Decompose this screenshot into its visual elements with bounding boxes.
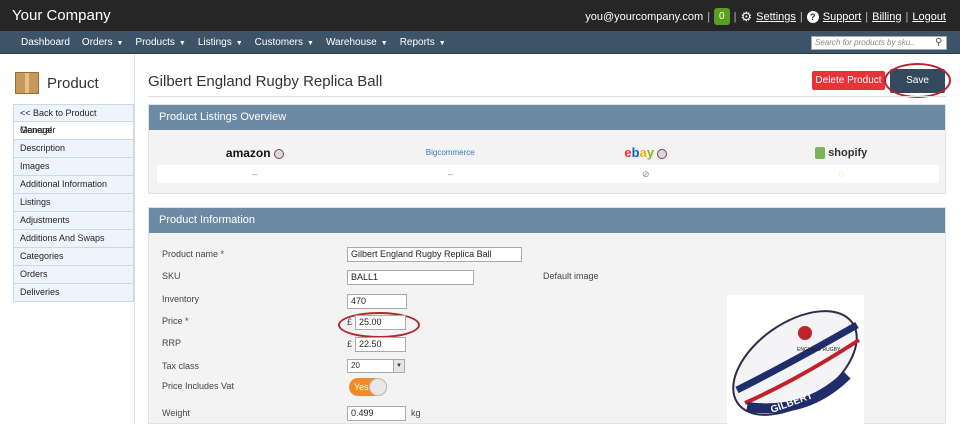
rrp-input[interactable]: 22.50 (355, 337, 406, 352)
nav-item-orders[interactable]: Orders ▼ (76, 31, 130, 54)
cart-count-badge[interactable]: 0 (714, 8, 730, 25)
default-product-image[interactable]: ENGLAND RUGBY GILBERT (727, 295, 864, 430)
default-image-label: Default image (543, 271, 599, 281)
sidebar-item-description[interactable]: Description (13, 140, 134, 158)
uk-flag-icon (273, 148, 284, 159)
sidebar-item-general[interactable]: General (13, 122, 134, 140)
sidebar-item-images[interactable]: Images (13, 158, 134, 176)
settings-link[interactable]: Settings (756, 11, 796, 23)
top-links: you@yourcompany.com | 0 | ⚙ Settings | ?… (585, 8, 946, 25)
listings-panel-title: Product Listings Overview (149, 105, 945, 130)
inventory-label: Inventory (162, 294, 200, 304)
top-bar: Your Company you@yourcompany.com | 0 | ⚙… (0, 0, 960, 31)
marketplace-logos: amazon Bigcommerce ebayebay shopify (157, 141, 939, 165)
sku-label: SKU (162, 271, 181, 281)
chevron-down-icon: ▼ (380, 40, 388, 47)
chevron-down-icon: ▼ (393, 360, 404, 372)
sidebar-item-adjustments[interactable]: Adjustments (13, 212, 134, 230)
amazon-status: – (252, 169, 258, 179)
help-icon: ? (806, 10, 819, 23)
nav-item-warehouse[interactable]: Warehouse ▼ (320, 31, 394, 54)
shopify-bag-icon (815, 147, 826, 160)
price-input[interactable]: 25.00 (355, 315, 406, 330)
shopify-logo: shopify (744, 141, 940, 165)
product-name-label: Product name * (162, 249, 225, 259)
sidebar-list: << Back to Product ManagerGeneralDescrip… (13, 104, 134, 302)
sidebar-item-back-to-product-manager[interactable]: << Back to Product Manager (13, 104, 134, 135)
listings-panel: Product Listings Overview amazon Bigcomm… (148, 104, 946, 194)
sidebar-title: Product (47, 74, 99, 92)
brand-name: Your Company (12, 7, 111, 24)
weight-unit: kg (411, 408, 421, 418)
nav-item-listings[interactable]: Listings ▼ (192, 31, 249, 54)
page-title: Gilbert England Rugby Replica Ball (148, 73, 383, 90)
sidebar-header: Product (15, 72, 99, 94)
logout-link[interactable]: Logout (912, 11, 946, 23)
product-info-panel: Product Information Product name * Gilbe… (148, 207, 947, 430)
price-label: Price * (162, 316, 189, 326)
price-includes-vat-toggle[interactable]: Yes (349, 378, 387, 396)
sidebar-item-orders[interactable]: Orders (13, 266, 134, 284)
price-currency: £ (347, 317, 353, 327)
sidebar-item-additions-and-swaps[interactable]: Additions And Swaps (13, 230, 134, 248)
chevron-down-icon: ▼ (438, 40, 446, 47)
billing-link[interactable]: Billing (872, 11, 901, 23)
weight-label: Weight (162, 408, 190, 418)
nav-menu: Dashboard Orders ▼ Products ▼ Listings ▼ Custom… (15, 31, 452, 54)
divider (148, 96, 946, 97)
search-input[interactable]: Search for products by sku.. (811, 36, 947, 50)
ball-crest-text: ENGLAND RUGBY (797, 347, 841, 353)
delete-product-button[interactable]: Delete Product (812, 71, 885, 90)
product-form: Product name * Gilbert England Rugby Rep… (149, 233, 947, 430)
shopify-loading-icon: ◌ (838, 169, 844, 179)
nav-item-customers[interactable]: Customers ▼ (249, 31, 320, 54)
chevron-down-icon: ▼ (116, 40, 124, 47)
user-email: you@yourcompany.com (585, 10, 704, 23)
sku-input[interactable]: BALL1 (347, 270, 474, 285)
sidebar-item-additional-information[interactable]: Additional Information (13, 176, 134, 194)
tax-class-label: Tax class (162, 361, 200, 371)
amazon-logo: amazon (157, 141, 353, 165)
search-icon[interactable]: ⚲ (935, 36, 942, 50)
bigcommerce-logo: Bigcommerce (425, 148, 475, 157)
bigcommerce-status: – (447, 169, 453, 179)
sidebar-item-listings[interactable]: Listings (13, 194, 134, 212)
ebay-logo: ebayebay (548, 141, 744, 165)
ebay-status-icon: ⊘ (641, 169, 650, 179)
nav-item-dashboard[interactable]: Dashboard (15, 31, 76, 54)
weight-input[interactable]: 0.499 (347, 406, 406, 421)
price-includes-vat-label: Price Includes Vat (162, 381, 234, 391)
sidebar-item-deliveries[interactable]: Deliveries (13, 284, 134, 302)
product-name-input[interactable]: Gilbert England Rugby Replica Ball (347, 247, 522, 262)
rrp-label: RRP (162, 338, 182, 348)
toggle-knob (369, 378, 387, 396)
nav-item-reports[interactable]: Reports ▼ (394, 31, 452, 54)
chevron-down-icon: ▼ (235, 40, 243, 47)
product-box-icon (15, 72, 39, 94)
inventory-input[interactable]: 470 (347, 294, 407, 309)
sidebar-item-categories[interactable]: Categories (13, 248, 134, 266)
gear-icon: ⚙ (740, 8, 753, 24)
sidebar: Product << Back to Product ManagerGenera… (0, 54, 135, 424)
uk-flag-icon (657, 149, 668, 160)
chevron-down-icon: ▼ (178, 40, 186, 47)
product-info-title: Product Information (149, 208, 945, 233)
support-link[interactable]: Support (823, 11, 862, 23)
rrp-currency: £ (347, 339, 353, 349)
tax-class-select[interactable]: 20 ▼ (347, 359, 405, 373)
save-annotation-circle (884, 63, 951, 98)
chevron-down-icon: ▼ (307, 40, 314, 47)
listing-status-row: – – ⊘ ◌ (157, 165, 939, 183)
nav-item-products[interactable]: Products ▼ (129, 31, 191, 54)
